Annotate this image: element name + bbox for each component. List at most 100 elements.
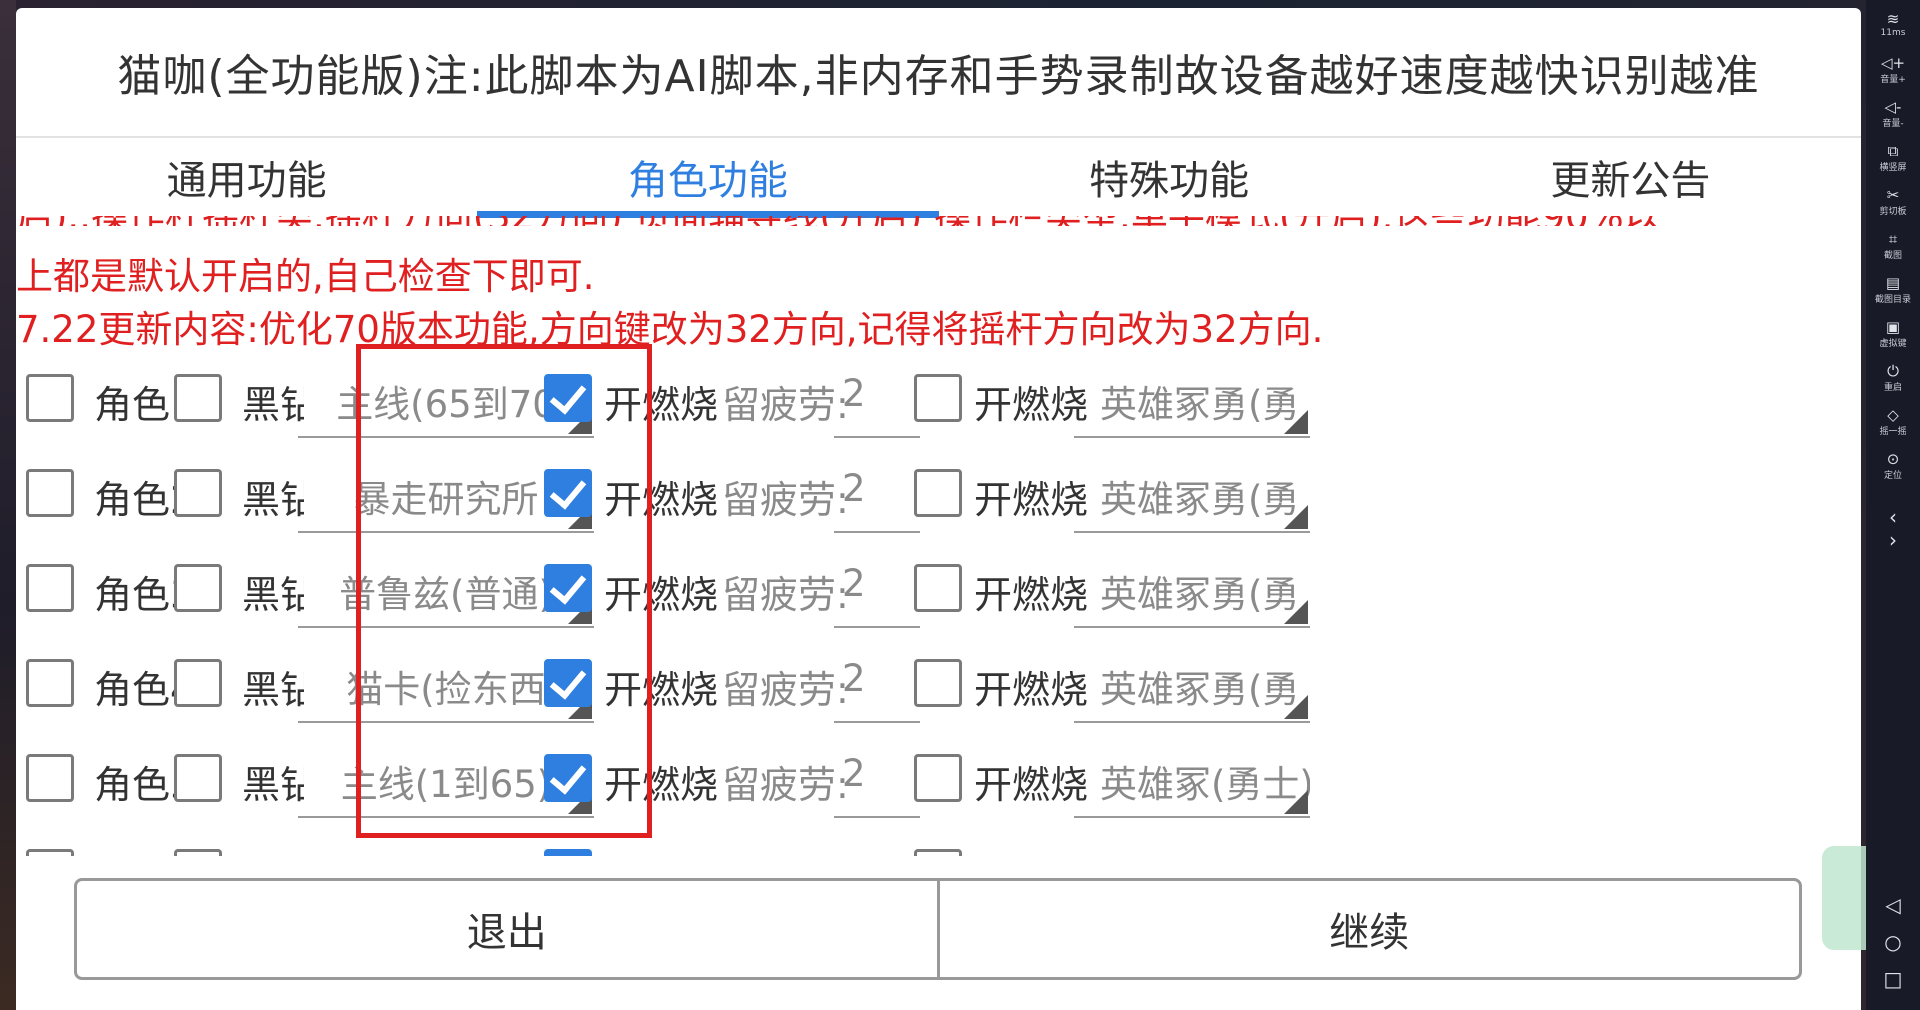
burn2-3-label: 开燃烧 [974,573,1089,617]
toolbar-label: 重启 [1883,383,1902,393]
dungeon-select-5[interactable]: 英雄冢(勇士) [1074,744,1310,818]
dungeon-select-1[interactable]: 英雄冢勇(勇 [1074,364,1310,438]
burn2-6-checkbox[interactable] [914,849,962,856]
role-4-checkbox[interactable] [26,659,74,707]
burn-5-label: 开燃烧 [604,763,719,807]
role-5-checkbox[interactable] [26,754,74,802]
home-nav-icon[interactable]: ○ [1866,930,1920,954]
burn2-4-checkbox[interactable] [914,659,962,707]
toolbar-virtual-keys[interactable]: ▣ 虚拟键 [1866,318,1920,349]
dropdown-arrow-icon [1284,410,1308,434]
toolbar-label: 定位 [1883,471,1902,481]
tab-general[interactable]: 通用功能 [16,138,477,216]
virtual-keys-icon: ▣ [1885,318,1901,336]
toolbar-label: 音量+ [1880,75,1906,85]
burn-6-checkbox[interactable] [544,849,592,856]
dungeon-select-value: 英雄冢勇(勇 [1100,383,1300,426]
update-notice-line: 7.22更新内容:优化70版本功能,方向键改为32方向,记得将摇杆方向改为32方… [16,308,1324,351]
recent-apps-nav-icon[interactable]: □ [1866,967,1920,991]
toolbar-rotate[interactable]: ⧉ 横竖屏 [1866,142,1920,173]
rotate-screen-icon: ⧉ [1887,142,1899,160]
toolbar-screenshot[interactable]: ⌗ 截图 [1866,230,1920,261]
burn2-1-label: 开燃烧 [974,383,1089,427]
burn-3-checkbox[interactable] [544,564,592,612]
tab-special[interactable]: 特殊功能 [939,138,1400,216]
black-diamond-5-checkbox[interactable] [174,754,222,802]
dropdown-arrow-icon [1284,505,1308,529]
dungeon-select-3[interactable]: 英雄冢勇(勇 [1074,554,1310,628]
toolbar-location[interactable]: ⊙ 定位 [1866,450,1920,481]
location-icon: ⊙ [1886,450,1900,468]
toolbar-volume-up[interactable]: ◁+ 音量+ [1866,54,1920,85]
dungeon-select-2[interactable]: 英雄冢勇(勇 [1074,459,1310,533]
black-diamond-2-label: 黑钻 [242,478,304,522]
burn-5-checkbox[interactable] [544,754,592,802]
script-settings-dialog: 猫咖(全功能版)注:此脚本为AI脚本,非内存和手势录制故设备越好速度越快识别越准… [16,8,1861,1010]
burn2-2-label: 开燃烧 [974,478,1089,522]
burn2-2-checkbox[interactable] [914,469,962,517]
dungeon-select-value: 英雄冢勇(勇 [1100,573,1300,616]
toolbar-restart[interactable]: ⏻ 重启 [1866,362,1920,393]
black-diamond-6-checkbox[interactable] [174,849,222,856]
role-3-checkbox[interactable] [26,564,74,612]
burn2-5-checkbox[interactable] [914,754,962,802]
map-select-value: 主线(1到65) [340,763,552,806]
power-icon: ⏻ [1887,362,1899,380]
fatigue-3-input[interactable]: 2 [834,554,920,628]
role-settings-content[interactable]: 启)..操作杆摇杆类.摇杆方向(32方向) 页面辅导线(开启) 操作栏类型.单手… [16,216,1861,856]
check-icon [549,471,587,510]
toolbar-label: 摇一摇 [1879,427,1907,437]
black-diamond-4-label: 黑钻 [242,668,304,712]
tab-role[interactable]: 角色功能 [477,138,939,218]
toolbar-screenshot-folder[interactable]: ▤ 截图目录 [1866,274,1920,305]
fatigue-5-label: 留疲劳: [722,763,849,807]
collapse-left-icon[interactable]: ‹ [1866,505,1920,529]
dungeon-select-value: 英雄冢勇(勇 [1100,668,1300,711]
burn2-1-checkbox[interactable] [914,374,962,422]
back-nav-icon[interactable]: ◁ [1866,893,1920,917]
fatigue-5-input[interactable]: 2 [834,744,920,818]
black-diamond-4-checkbox[interactable] [174,659,222,707]
check-icon [549,566,587,605]
fatigue-2-input[interactable]: 2 [834,459,920,533]
toolbar-label: 虚拟键 [1879,339,1907,349]
burn-1-checkbox[interactable] [544,374,592,422]
burn-2-checkbox[interactable] [544,469,592,517]
fatigue-4-input[interactable]: 2 [834,649,920,723]
exit-button[interactable]: 退出 [77,881,937,977]
black-diamond-1-checkbox[interactable] [174,374,222,422]
toolbar-label: 截图 [1883,251,1902,261]
dungeon-select-value: 英雄冢勇(勇 [1100,478,1300,521]
fatigue-1-input[interactable]: 2 [834,364,920,438]
toolbar-volume-down[interactable]: ◁- 音量- [1866,98,1920,129]
black-diamond-3-checkbox[interactable] [174,564,222,612]
black-diamond-2-checkbox[interactable] [174,469,222,517]
burn-4-checkbox[interactable] [544,659,592,707]
screen: 猫咖(全功能版)注:此脚本为AI脚本,非内存和手势录制故设备越好速度越快识别越准… [0,0,1920,1010]
role-6-checkbox[interactable] [26,849,74,856]
collapse-right-icon[interactable]: › [1866,528,1920,552]
network-latency: ≋ 11ms [1866,10,1920,38]
role-1-checkbox[interactable] [26,374,74,422]
notice-line: 上都是默认开启的,自己检查下即可. [16,255,595,298]
role-2-checkbox[interactable] [26,469,74,517]
toolbar-label: 音量- [1882,119,1904,129]
toolbar-shake[interactable]: ◇ 摇一摇 [1866,406,1920,437]
dialog-title: 猫咖(全功能版)注:此脚本为AI脚本,非内存和手势录制故设备越好速度越快识别越准 [117,51,1760,102]
scissors-icon: ✂ [1886,186,1900,204]
burn2-3-checkbox[interactable] [914,564,962,612]
continue-button[interactable]: 继续 [940,881,1800,977]
burn-4-label: 开燃烧 [604,668,719,712]
check-icon [549,661,587,700]
screenshot-icon: ⌗ [1888,230,1898,248]
black-diamond-3-label: 黑钻 [242,573,304,617]
toolbar-clipboard[interactable]: ✂ 剪切板 [1866,186,1920,217]
fatigue-4-label: 留疲劳: [722,668,849,712]
role-row-3: 角色3 黑钻 普鲁兹(普通) 开燃烧 留疲劳: 2 开燃烧 英雄冢勇(勇 [16,554,1636,649]
tab-update-notes[interactable]: 更新公告 [1400,138,1861,216]
fatigue-1-label: 留疲劳: [722,383,849,427]
background-game-scene [0,0,16,1010]
toolbar-label: 剪切板 [1879,207,1907,217]
dungeon-select-4[interactable]: 英雄冢勇(勇 [1074,649,1310,723]
dungeon-select-value: 英雄冢(勇士) [1100,763,1310,806]
